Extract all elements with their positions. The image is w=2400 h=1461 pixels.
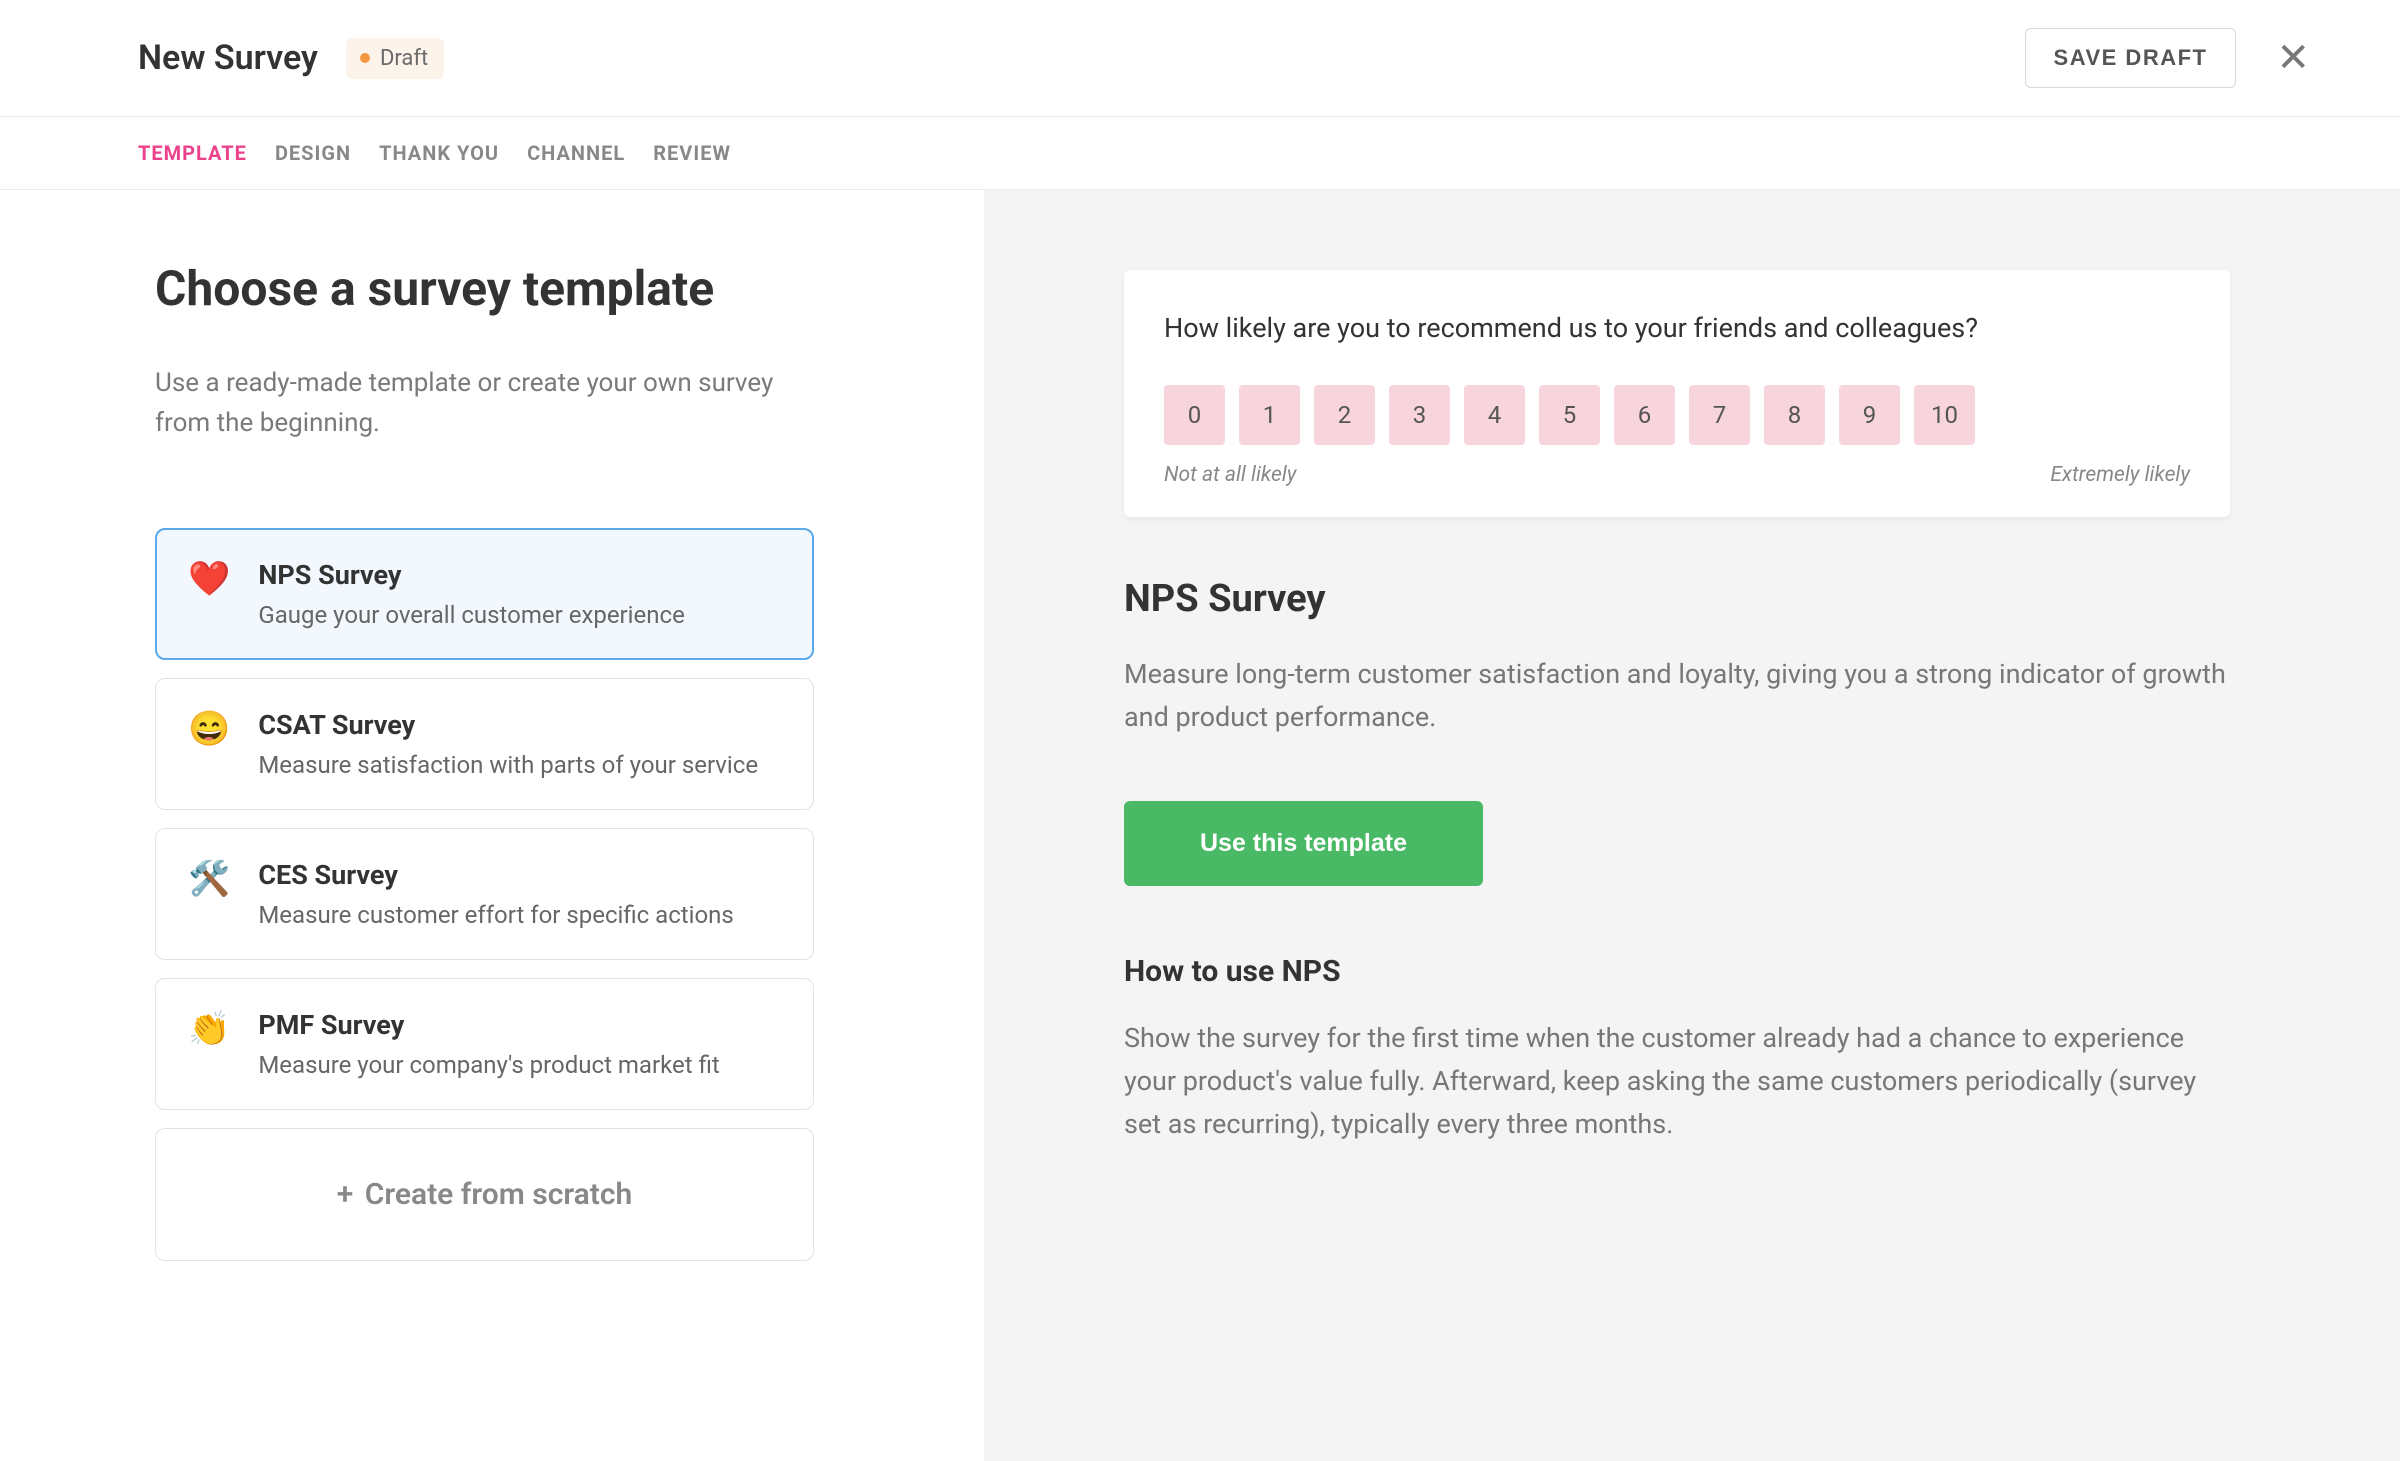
- card-body: CSAT Survey Measure satisfaction with pa…: [258, 709, 781, 779]
- plus-icon: +: [337, 1177, 354, 1212]
- score-6[interactable]: 6: [1614, 385, 1675, 445]
- left-pane: Choose a survey template Use a ready-mad…: [0, 190, 984, 1461]
- clap-icon: 👏: [188, 1009, 230, 1050]
- card-body: PMF Survey Measure your company's produc…: [258, 1009, 781, 1079]
- header-left: New Survey Draft: [138, 38, 444, 79]
- score-7[interactable]: 7: [1689, 385, 1750, 445]
- card-body: CES Survey Measure customer effort for s…: [258, 859, 781, 929]
- tabs: TEMPLATE DESIGN THANK YOU CHANNEL REVIEW: [0, 117, 2400, 190]
- howto-title: How to use NPS: [1124, 954, 2230, 989]
- template-card-csat[interactable]: 😄 CSAT Survey Measure satisfaction with …: [155, 678, 814, 810]
- score-0[interactable]: 0: [1164, 385, 1225, 445]
- card-desc: Measure customer effort for specific act…: [258, 901, 781, 929]
- page-title: New Survey: [138, 38, 318, 78]
- score-10[interactable]: 10: [1914, 385, 1975, 445]
- header: New Survey Draft SAVE DRAFT ✕: [0, 0, 2400, 117]
- tab-channel[interactable]: CHANNEL: [527, 117, 625, 189]
- score-high-label: Extremely likely: [2050, 463, 2190, 487]
- close-icon[interactable]: ✕: [2276, 38, 2310, 78]
- smile-icon: 😄: [188, 709, 230, 750]
- survey-preview: How likely are you to recommend us to yo…: [1124, 270, 2230, 517]
- right-pane: How likely are you to recommend us to yo…: [984, 190, 2400, 1461]
- tab-template[interactable]: TEMPLATE: [138, 117, 247, 189]
- template-card-ces[interactable]: 🛠️ CES Survey Measure customer effort fo…: [155, 828, 814, 960]
- score-row: 0 1 2 3 4 5 6 7 8 9 10: [1164, 385, 2190, 445]
- choose-template-sub: Use a ready-made template or create your…: [155, 363, 795, 444]
- score-9[interactable]: 9: [1839, 385, 1900, 445]
- card-title: NPS Survey: [258, 559, 781, 591]
- main: Choose a survey template Use a ready-mad…: [0, 190, 2400, 1461]
- card-title: CSAT Survey: [258, 709, 781, 741]
- tab-review[interactable]: REVIEW: [653, 117, 731, 189]
- card-desc: Measure your company's product market fi…: [258, 1051, 781, 1079]
- tab-design[interactable]: DESIGN: [275, 117, 351, 189]
- card-title: CES Survey: [258, 859, 781, 891]
- score-labels: Not at all likely Extremely likely: [1164, 463, 2190, 487]
- save-draft-button[interactable]: SAVE DRAFT: [2025, 28, 2237, 88]
- status-dot-icon: [360, 53, 370, 63]
- preview-question: How likely are you to recommend us to yo…: [1164, 308, 2190, 349]
- template-detail-desc: Measure long-term customer satisfaction …: [1124, 653, 2230, 739]
- status-label: Draft: [380, 46, 428, 71]
- score-4[interactable]: 4: [1464, 385, 1525, 445]
- template-card-pmf[interactable]: 👏 PMF Survey Measure your company's prod…: [155, 978, 814, 1110]
- use-template-button[interactable]: Use this template: [1124, 801, 1483, 886]
- score-5[interactable]: 5: [1539, 385, 1600, 445]
- choose-template-heading: Choose a survey template: [155, 260, 814, 317]
- create-from-scratch-button[interactable]: + Create from scratch: [155, 1128, 814, 1261]
- score-3[interactable]: 3: [1389, 385, 1450, 445]
- card-desc: Gauge your overall customer experience: [258, 601, 781, 629]
- howto-body: Show the survey for the first time when …: [1124, 1017, 2230, 1147]
- scratch-label: Create from scratch: [365, 1177, 633, 1212]
- card-body: NPS Survey Gauge your overall customer e…: [258, 559, 781, 629]
- score-8[interactable]: 8: [1764, 385, 1825, 445]
- score-low-label: Not at all likely: [1164, 463, 1296, 487]
- tools-icon: 🛠️: [188, 859, 230, 900]
- tab-thank-you[interactable]: THANK YOU: [379, 117, 499, 189]
- heart-icon: ❤️: [188, 559, 230, 600]
- score-2[interactable]: 2: [1314, 385, 1375, 445]
- header-right: SAVE DRAFT ✕: [2025, 28, 2310, 88]
- status-badge: Draft: [346, 38, 444, 79]
- score-1[interactable]: 1: [1239, 385, 1300, 445]
- card-desc: Measure satisfaction with parts of your …: [258, 751, 781, 779]
- template-detail-title: NPS Survey: [1124, 577, 2230, 621]
- template-card-nps[interactable]: ❤️ NPS Survey Gauge your overall custome…: [155, 528, 814, 660]
- card-title: PMF Survey: [258, 1009, 781, 1041]
